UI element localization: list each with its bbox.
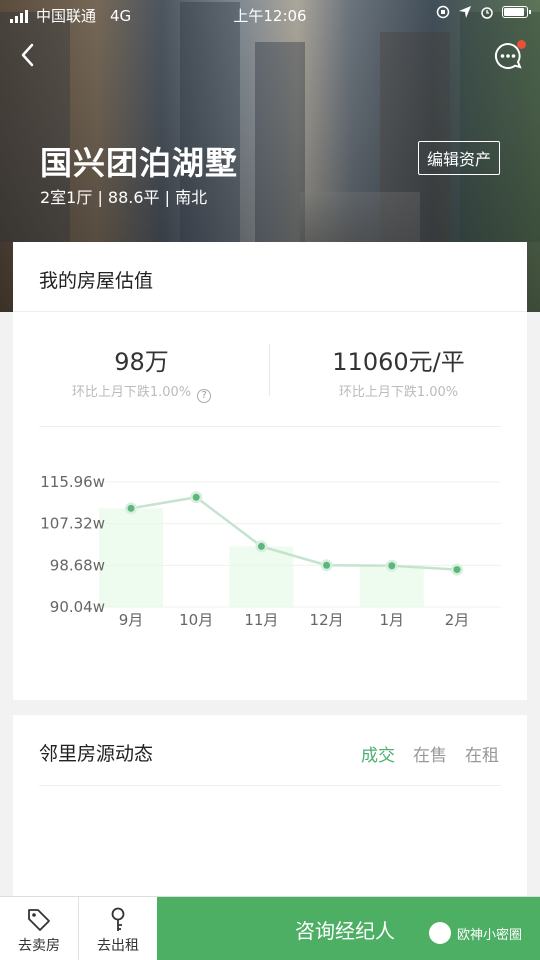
total-value: 98万 [114,348,169,376]
x-tick-label: 1月 [380,611,405,629]
chart-band [229,546,294,607]
neighborhood-title: 邻里房源动态 [39,743,154,765]
property-name: 国兴团泊湖墅 [40,144,239,182]
sell-button[interactable]: 去卖房 [0,897,78,960]
valuation-values: 98万 环比上月下跌1.00%? 11060元/平 环比上月下跌1.00% [13,342,527,403]
chart-line [130,495,458,571]
sell-label: 去卖房 [18,938,60,954]
battery-icon [502,6,531,18]
y-tick-label: 107.32w [40,515,105,533]
y-tick-label: 115.96w [40,473,105,491]
unit-change: 环比上月下跌1.00% [338,385,459,400]
valuation-title: 我的房屋估值 [13,242,527,312]
location-icon [459,6,471,18]
wechat-icon [428,922,451,944]
watermark-label: 欧神小密圈 [456,927,522,943]
x-tick-label: 10月 [179,611,213,629]
property-details: 2室1厅 | 88.6平 | 南北 [40,188,208,207]
bottom-bar: 去卖房 去出租 咨询经纪人 欧神小密圈 [0,896,540,960]
x-tick-label: 2月 [445,611,470,629]
watermark: 欧神小密圈 [428,922,522,944]
chart-point [388,562,396,570]
chart-point [127,504,135,512]
neighborhood-card: 邻里房源动态 成交 在售 在租 [13,715,527,900]
back-icon[interactable] [14,40,44,70]
neighborhood-tabs: 成交 在售 在租 [361,741,499,766]
edit-asset-button[interactable]: 编辑资产 [417,141,500,175]
unit-price: 11060元/平 [332,348,465,376]
chart-band [99,508,163,607]
tab-sold[interactable]: 成交 [361,741,395,766]
tab-for-sale[interactable]: 在售 [413,741,447,766]
chart-point [323,561,331,569]
divider [39,426,501,427]
chart-point [192,493,200,501]
chart-point [257,542,265,550]
x-tick-label: 11月 [244,611,278,629]
orientation-lock-icon [436,5,450,19]
rent-label: 去出租 [97,938,139,954]
rent-button[interactable]: 去出租 [79,897,157,960]
x-tick-label: 9月 [119,611,144,629]
divider [39,785,501,786]
consult-label: 咨询经纪人 [295,919,395,943]
valuation-chart: 115.96w 107.32w 98.68w 90.04w 9月 10月 11月 12月 1月 2… [40,473,501,629]
tag-icon [28,909,50,931]
status-bar: 中国联通 4G 上午12:06 [0,0,540,28]
help-icon[interactable]: ? [197,389,212,403]
x-tick-label: 12月 [310,611,344,629]
message-button[interactable] [492,40,526,72]
y-tick-label: 98.68w [50,556,105,574]
key-icon [111,907,125,931]
chart-band [359,565,424,607]
tab-for-rent[interactable]: 在租 [465,741,499,766]
total-change: 环比上月下跌1.00% [71,385,192,400]
chart-point [453,566,461,574]
valuation-card: 我的房屋估值 98万 环比上月下跌1.00%? 11060元/平 环比上月下跌1… [13,242,527,700]
alarm-icon [481,7,493,19]
y-tick-label: 90.04w [50,598,105,616]
divider [269,344,270,396]
notification-dot [517,40,526,49]
